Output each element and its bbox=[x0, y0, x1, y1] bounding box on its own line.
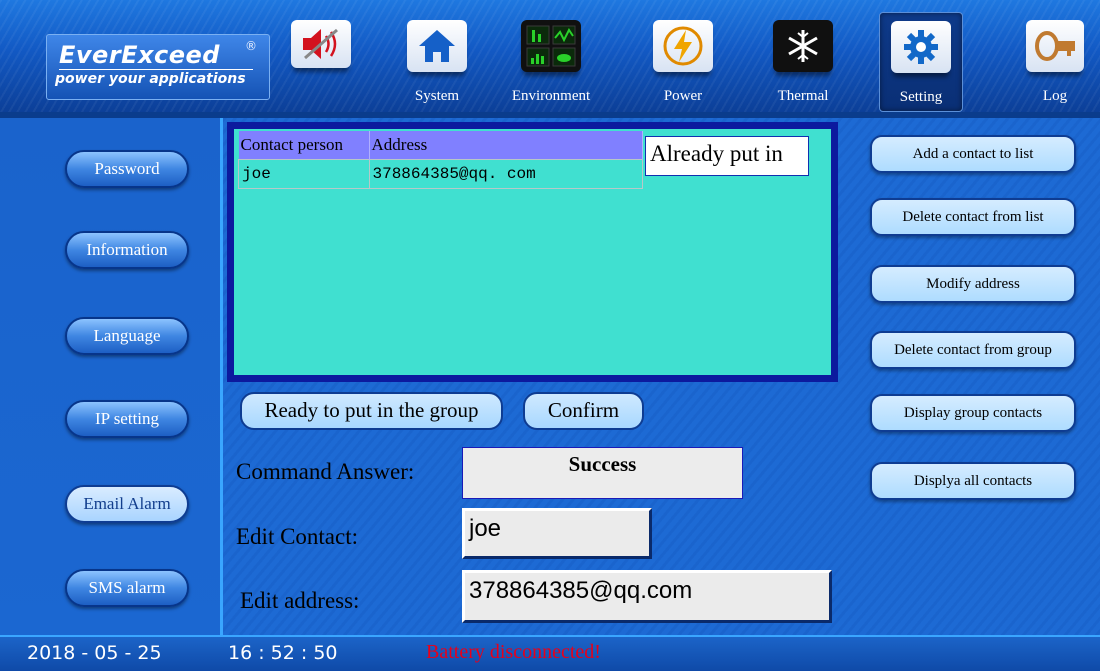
environment-monitor-icon bbox=[521, 20, 581, 72]
column-header-address[interactable]: Address bbox=[369, 131, 643, 160]
add-contact-button[interactable]: Add a contact to list bbox=[870, 135, 1076, 173]
sidebar-item-email-alarm[interactable]: Email Alarm bbox=[65, 485, 189, 523]
contact-name-cell[interactable]: joe bbox=[238, 159, 370, 189]
nav-environment-label: Environment bbox=[511, 88, 591, 104]
nav-setting-label: Setting bbox=[899, 89, 943, 105]
column-header-contact-person[interactable]: Contact person bbox=[238, 131, 370, 160]
contact-address-cell[interactable]: 378864385@qq. com bbox=[368, 159, 643, 189]
mute-speaker-icon bbox=[291, 20, 351, 68]
gear-icon bbox=[891, 21, 951, 73]
sidebar: Password Information Language IP setting… bbox=[0, 118, 223, 635]
edit-address-label: Edit address: bbox=[240, 588, 360, 613]
brand-name: EverExceed bbox=[59, 41, 220, 69]
command-answer-value: Success bbox=[462, 447, 743, 499]
status-time: 16 : 52 : 50 bbox=[228, 642, 338, 664]
lightning-icon bbox=[653, 20, 713, 72]
display-all-contacts-button[interactable]: Displya all contacts bbox=[870, 462, 1076, 500]
nav-log-label: Log bbox=[1042, 88, 1068, 104]
modify-address-button[interactable]: Modify address bbox=[870, 265, 1076, 303]
nav-setting[interactable]: Setting bbox=[879, 12, 963, 112]
sidebar-item-password[interactable]: Password bbox=[65, 150, 189, 188]
delete-from-group-button[interactable]: Delete contact from group bbox=[870, 331, 1076, 369]
nav-log[interactable]: Log bbox=[1014, 12, 1096, 110]
table-row[interactable]: joe 378864385@qq. com bbox=[238, 159, 643, 189]
edit-contact-label: Edit Contact: bbox=[236, 524, 359, 549]
already-put-in-label: Already put in bbox=[645, 136, 809, 176]
snowflake-icon bbox=[773, 20, 833, 72]
nav-system[interactable]: System bbox=[396, 12, 478, 110]
contact-table[interactable]: Contact person Address joe 378864385@qq.… bbox=[238, 131, 643, 189]
nav-system-label: System bbox=[414, 88, 460, 104]
log-key-icon bbox=[1026, 20, 1084, 72]
display-group-contacts-button[interactable]: Display group contacts bbox=[870, 394, 1076, 432]
edit-contact-field[interactable]: joe bbox=[462, 508, 652, 559]
ready-to-put-in-group-button[interactable]: Ready to put in the group bbox=[240, 392, 503, 430]
battery-alert-text: Battery disconnected! bbox=[426, 641, 601, 663]
nav-mute-button[interactable] bbox=[280, 12, 362, 110]
nav-power[interactable]: Power bbox=[642, 12, 724, 110]
brand-tagline: power your applications bbox=[55, 71, 246, 87]
sidebar-item-information[interactable]: Information bbox=[65, 231, 189, 269]
home-icon bbox=[407, 20, 467, 72]
command-answer-label: Command Answer: bbox=[236, 459, 415, 484]
confirm-button[interactable]: Confirm bbox=[523, 392, 644, 430]
sidebar-item-language[interactable]: Language bbox=[65, 317, 189, 355]
status-bar: 2018 - 05 - 25 16 : 52 : 50 Battery disc… bbox=[0, 635, 1100, 671]
nav-environment[interactable]: Environment bbox=[510, 12, 592, 110]
header-bar: EverExceed ® power your applications Sys… bbox=[0, 0, 1100, 112]
sidebar-item-sms-alarm[interactable]: SMS alarm bbox=[65, 569, 189, 607]
nav-power-label: Power bbox=[663, 88, 703, 104]
status-date: 2018 - 05 - 25 bbox=[27, 642, 162, 664]
edit-address-field[interactable]: 378864385@qq.com bbox=[462, 570, 832, 623]
sidebar-item-ip-setting[interactable]: IP setting bbox=[65, 400, 189, 438]
everexceed-logo: EverExceed ® power your applications bbox=[46, 34, 270, 100]
nav-thermal[interactable]: Thermal bbox=[762, 12, 844, 110]
nav-thermal-label: Thermal bbox=[777, 88, 829, 104]
delete-contact-button[interactable]: Delete contact from list bbox=[870, 198, 1076, 236]
registered-mark: ® bbox=[245, 39, 257, 53]
